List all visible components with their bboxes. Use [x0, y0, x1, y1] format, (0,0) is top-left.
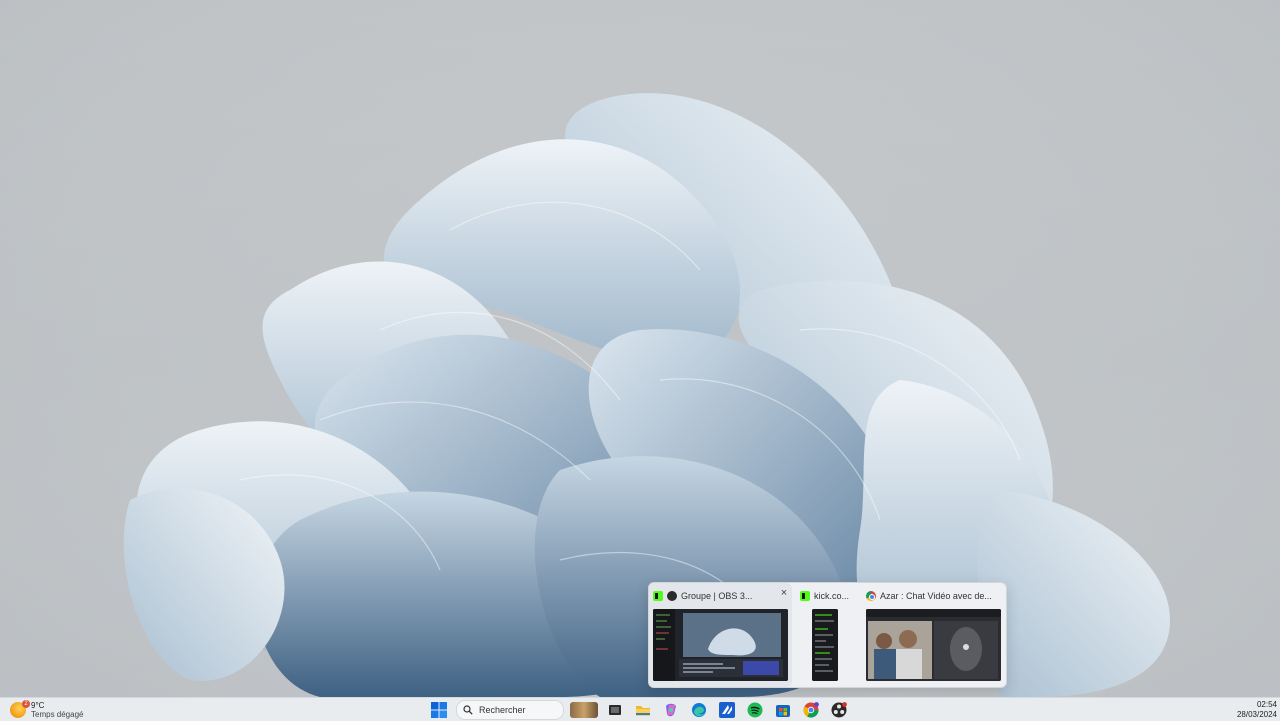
file-explorer-button[interactable] [632, 700, 654, 720]
edge-icon [692, 703, 706, 717]
search-box[interactable]: Rechercher [456, 700, 564, 720]
spotify-button[interactable] [744, 700, 766, 720]
search-icon [463, 705, 473, 715]
preview-title-text: Groupe | OBS 3... [681, 591, 753, 601]
spotify-icon [747, 702, 763, 718]
weather-sun-icon: 2 [10, 700, 30, 718]
obs-icon [831, 702, 847, 718]
preview-thumbnail[interactable] [812, 609, 838, 681]
weather-widget[interactable]: 2 9°C Temps dégagé [10, 699, 83, 721]
task-view-button[interactable] [604, 700, 626, 720]
preview-title-text: kick.co... [814, 591, 850, 601]
search-label: Rechercher [479, 705, 526, 715]
weather-temperature: 9°C [31, 701, 45, 710]
preview-card-azar[interactable]: Azar : Chat Vidéo avec de... [862, 583, 1004, 687]
taskbar-window-preview: Groupe | OBS 3... × kick.co... Azar: Ch… [648, 582, 1007, 688]
edge-button[interactable] [688, 700, 710, 720]
system-clock[interactable]: 02:54 28/03/2024 [1237, 700, 1277, 720]
app-icon [719, 702, 735, 718]
copilot-icon [666, 703, 676, 717]
taskbar-apps: Rechercher [428, 699, 850, 721]
bloom-wallpaper-art [0, 0, 1280, 697]
close-icon[interactable]: × [778, 587, 790, 599]
preview-card-kick[interactable]: kick.co... [796, 583, 856, 687]
preview-thumbnail[interactable] [653, 609, 788, 681]
copilot-button[interactable] [660, 700, 682, 720]
preview-card-obs[interactable]: Groupe | OBS 3... × [649, 583, 792, 687]
chrome-button[interactable] [800, 700, 822, 720]
start-button[interactable] [428, 700, 450, 720]
clock-time: 02:54 [1256, 700, 1277, 709]
chrome-icon [866, 591, 876, 601]
clock-date: 28/03/2024 [1236, 710, 1277, 719]
taskbar: 2 9°C Temps dégagé Rechercher 02:54 28/0… [0, 697, 1280, 721]
task-view-icon [609, 705, 621, 715]
search-highlight-image[interactable] [570, 702, 598, 718]
app-button[interactable] [716, 700, 738, 720]
preview-title-text: Azar : Chat Vidéo avec de... [880, 591, 992, 601]
chrome-icon [803, 702, 819, 718]
file-explorer-icon [636, 706, 650, 716]
notification-badge: 2 [22, 700, 30, 708]
obs-button[interactable] [828, 700, 850, 720]
kick-icon [653, 591, 663, 601]
preview-thumbnail[interactable] [866, 609, 1001, 681]
desktop-wallpaper [0, 0, 1280, 697]
preview-card-title: kick.co... [800, 589, 852, 603]
store-button[interactable] [772, 700, 794, 720]
weather-condition: Temps dégagé [31, 710, 84, 719]
preview-card-title: Azar : Chat Vidéo avec de... [866, 589, 1000, 603]
store-icon [776, 705, 790, 717]
preview-card-title: Groupe | OBS 3... [653, 589, 788, 603]
start-icon [431, 702, 447, 718]
obs-icon [667, 591, 677, 601]
kick-icon [800, 591, 810, 601]
